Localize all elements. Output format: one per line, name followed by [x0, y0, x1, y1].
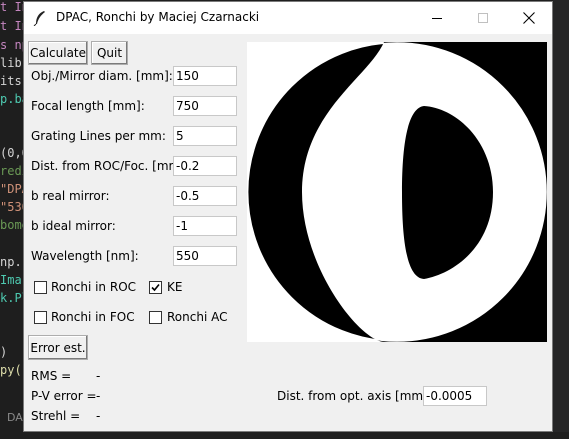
minimize-icon [432, 18, 442, 19]
wavelength-input[interactable]: 550 [173, 246, 237, 266]
background-editor-scrollbar [553, 0, 569, 439]
b-real-label: b real mirror: [31, 189, 110, 203]
b-ideal-label: b ideal mirror: [31, 219, 116, 233]
code-line: lib [0, 56, 22, 70]
ronchigram-canvas [247, 42, 547, 342]
wavelength-label: Wavelength [nm]: [31, 249, 139, 263]
close-button[interactable] [506, 2, 552, 34]
quit-button[interactable]: Quit [91, 41, 128, 65]
ke-label: KE [167, 280, 183, 294]
strehl-label: Strehl = [31, 409, 81, 423]
code-line: "530 [0, 200, 23, 214]
minimize-button[interactable] [414, 2, 460, 34]
calculate-button[interactable]: Calculate [28, 41, 88, 65]
close-icon [523, 12, 535, 24]
b-ideal-input[interactable]: -1 [173, 216, 237, 236]
feather-icon [33, 11, 45, 26]
rms-value: - [96, 369, 101, 383]
strehl-value: - [96, 409, 101, 423]
ronchi-foc-checkbox[interactable] [34, 311, 47, 324]
focal-length-input[interactable]: 750 [173, 96, 237, 116]
diameter-input[interactable]: 150 [173, 66, 237, 86]
diameter-label: Obj./Mirror diam. [mm]: [31, 69, 173, 83]
code-line: redi [0, 164, 23, 178]
axis-offset-label: Dist. from opt. axis [mm]: [277, 389, 432, 403]
axis-offset-input[interactable]: -0.0005 [423, 386, 487, 406]
maximize-button[interactable] [460, 2, 506, 34]
main-panel: Calculate Quit Obj./Mirror diam. [mm]: 1… [24, 34, 552, 431]
code-line: np. [0, 255, 22, 269]
maximize-icon [478, 13, 488, 23]
checkmark-icon [151, 283, 160, 292]
ronchi-roc-checkbox[interactable] [34, 281, 47, 294]
background-editor: t In t In s np lib its p.ba (0,0 redi "D… [0, 0, 23, 439]
code-line: (0,0 [0, 146, 23, 160]
app-window: DPAC, Ronchi by Maciej Czarnacki Calcula… [23, 1, 553, 432]
code-line: py() [0, 363, 23, 377]
code-line: Ima [0, 273, 22, 287]
ronchi-roc-label: Ronchi in ROC [51, 280, 137, 294]
dist-roc-input[interactable]: -0.2 [173, 156, 237, 176]
ke-checkbox[interactable] [149, 281, 162, 294]
ronchi-ac-checkbox[interactable] [149, 311, 162, 324]
title-bar[interactable]: DPAC, Ronchi by Maciej Czarnacki [24, 2, 552, 34]
code-line: p.ba [0, 92, 23, 106]
background-tab-label: DA [7, 411, 23, 424]
background-statusbar [0, 432, 569, 439]
focal-length-label: Focal length [mm]: [31, 99, 145, 113]
pv-error-label: P-V error = [31, 389, 97, 403]
grating-lines-label: Grating Lines per mm: [31, 129, 166, 143]
code-line: k.Pl [0, 291, 23, 305]
b-real-input[interactable]: -0.5 [173, 186, 237, 206]
code-line: "DPA [0, 182, 23, 196]
code-line: t In [0, 0, 23, 14]
dist-roc-label: Dist. from ROC/Foc. [mm]: [31, 159, 189, 173]
window-title: DPAC, Ronchi by Maciej Czarnacki [56, 10, 260, 24]
code-line: its [0, 74, 22, 88]
pv-error-value: - [96, 389, 101, 403]
ronchi-foc-label: Ronchi in FOC [51, 310, 135, 324]
grating-lines-input[interactable]: 5 [173, 126, 237, 146]
code-line: s np [0, 38, 23, 52]
code-line: ) [0, 345, 8, 359]
code-line: bome [0, 218, 23, 232]
rms-label: RMS = [31, 369, 72, 383]
error-est-button[interactable]: Error est. [28, 335, 88, 360]
code-line: t In [0, 19, 23, 33]
ronchi-ac-label: Ronchi AC [167, 310, 228, 324]
